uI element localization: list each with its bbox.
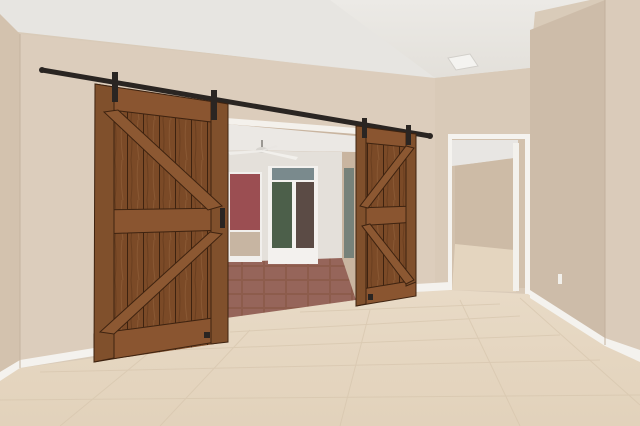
right-wall-far bbox=[605, 0, 640, 360]
back-room-window-lower bbox=[230, 232, 260, 256]
back-room-glass-right bbox=[296, 182, 314, 248]
interior-photo bbox=[0, 0, 640, 426]
hallway-frame-top bbox=[448, 134, 530, 139]
hallway-door-jamb bbox=[513, 143, 519, 291]
room-illustration bbox=[0, 0, 640, 426]
hallway-frame-right bbox=[525, 136, 530, 296]
back-room-glass-left bbox=[272, 182, 292, 248]
back-room-transom bbox=[272, 168, 314, 180]
hallway-floor bbox=[452, 244, 516, 292]
right-barn-door bbox=[355, 118, 417, 307]
left-barn-door bbox=[93, 72, 229, 363]
right-wall bbox=[530, 0, 605, 345]
back-room-side-window bbox=[344, 168, 354, 258]
hallway-frame-left bbox=[448, 136, 452, 290]
hallway-back-wall bbox=[455, 158, 514, 250]
outlet bbox=[558, 274, 562, 284]
back-room-window-red bbox=[230, 174, 260, 230]
left-wall bbox=[0, 14, 20, 380]
